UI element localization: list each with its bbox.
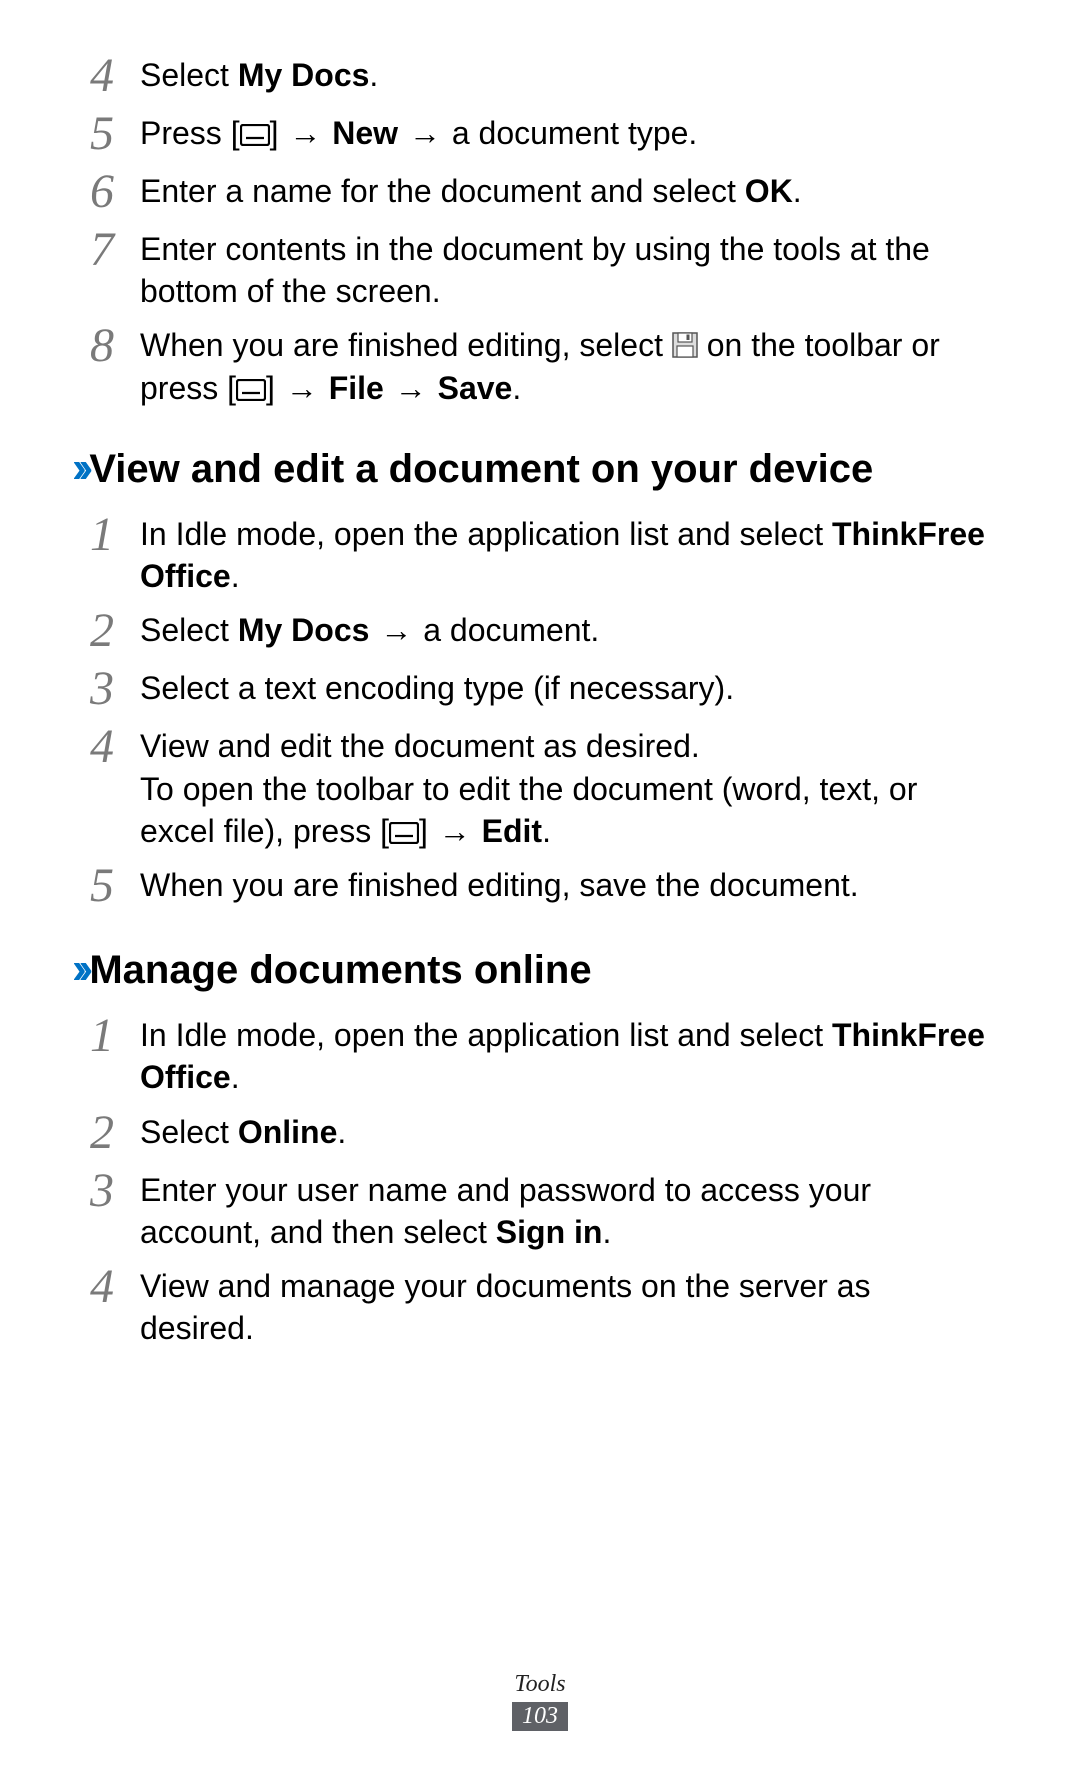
chevron-icon: ›› [72,944,85,994]
step: 1In Idle mode, open the application list… [90,509,990,597]
step-text: Select My Docs → a document. [140,605,990,651]
step-text: Press [] → New → a document type. [140,108,990,154]
step-number: 3 [90,1165,140,1215]
chevron-icon: ›› [72,443,85,493]
section-b-steps: 1In Idle mode, open the application list… [90,1010,990,1349]
step-number: 2 [90,1107,140,1157]
step: 4Select My Docs. [90,50,990,100]
step: 4View and manage your documents on the s… [90,1261,990,1349]
step-text: Select Online. [140,1107,990,1153]
step: 2Select My Docs → a document. [90,605,990,655]
step-text: Enter contents in the document by using … [140,224,990,312]
step: 3Select a text encoding type (if necessa… [90,663,990,713]
step-number: 6 [90,166,140,216]
step: 5Press [] → New → a document type. [90,108,990,158]
step-number: 1 [90,509,140,559]
step: 6Enter a name for the document and selec… [90,166,990,216]
step-text: Enter your user name and password to acc… [140,1165,990,1253]
menu-icon [240,124,270,146]
section-heading-view-edit: ›› View and edit a document on your devi… [72,443,990,493]
page-footer: Tools 103 [0,1671,1080,1731]
step-number: 5 [90,860,140,910]
step-text: When you are finished editing, select on… [140,320,990,408]
top-steps: 4Select My Docs.5Press [] → New → a docu… [90,50,990,409]
step: 1In Idle mode, open the application list… [90,1010,990,1098]
section-a-steps: 1In Idle mode, open the application list… [90,509,990,910]
step-text: In Idle mode, open the application list … [140,1010,990,1098]
step: 5When you are finished editing, save the… [90,860,990,910]
manual-page: 4Select My Docs.5Press [] → New → a docu… [0,0,1080,1771]
section-title: View and edit a document on your device [89,447,873,492]
page-number: 103 [512,1702,568,1731]
step-number: 4 [90,1261,140,1311]
step-text: View and manage your documents on the se… [140,1261,990,1349]
step-number: 8 [90,320,140,370]
step-text: In Idle mode, open the application list … [140,509,990,597]
step: 7Enter contents in the document by using… [90,224,990,312]
step-text: Enter a name for the document and select… [140,166,990,212]
section-heading-manage-online: ›› Manage documents online [72,944,990,994]
step-number: 1 [90,1010,140,1060]
menu-icon [236,379,266,401]
step-text: When you are finished editing, save the … [140,860,990,906]
step: 8When you are finished editing, select o… [90,320,990,408]
step-subtext: To open the toolbar to edit the document… [140,768,990,852]
save-icon [672,332,698,358]
footer-section-label: Tools [0,1671,1080,1698]
step: 4View and edit the document as desired.T… [90,721,990,852]
step-number: 4 [90,721,140,771]
step-number: 5 [90,108,140,158]
step-number: 2 [90,605,140,655]
step-number: 4 [90,50,140,100]
step: 2Select Online. [90,1107,990,1157]
step: 3Enter your user name and password to ac… [90,1165,990,1253]
step-text: Select My Docs. [140,50,990,96]
step-number: 7 [90,224,140,274]
step-number: 3 [90,663,140,713]
step-text: View and edit the document as desired.To… [140,721,990,852]
step-text: Select a text encoding type (if necessar… [140,663,990,709]
menu-icon [389,822,419,844]
section-title: Manage documents online [89,948,591,993]
